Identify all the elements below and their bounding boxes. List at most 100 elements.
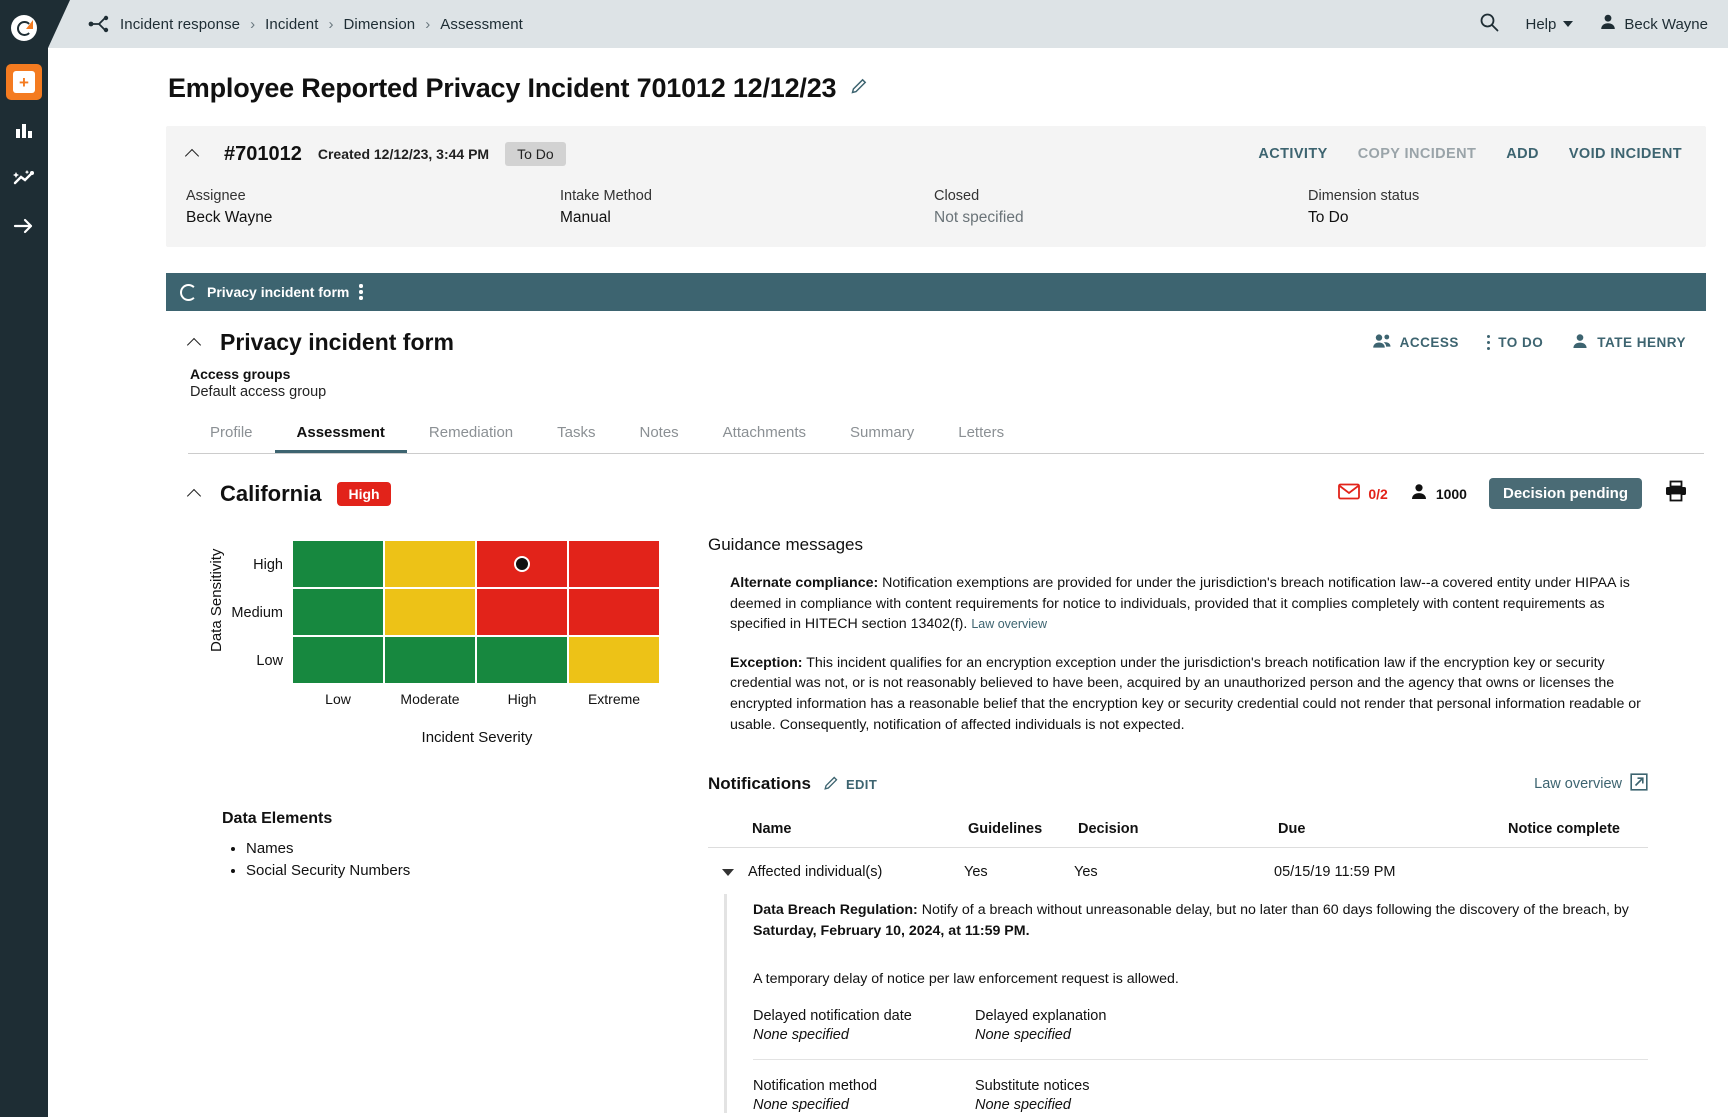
breadcrumb-item-2[interactable]: Dimension [343,16,415,33]
person-icon [1599,13,1617,35]
law-overview-button[interactable]: Law overview [1534,773,1648,795]
affected-people-counter: 1000 [1410,483,1467,505]
tab-assessment[interactable]: Assessment [275,414,407,453]
y-tick-2: Low [231,637,293,685]
breadcrumb-item-3[interactable]: Assessment [440,16,523,33]
rail-item-insights[interactable] [6,160,42,196]
list-item: Social Security Numbers [246,860,708,882]
col-name: Name [708,821,968,837]
x-tick-0: Low [293,691,383,707]
cell-high-low[interactable] [293,541,383,587]
tab-letters[interactable]: Letters [936,414,1026,453]
rail-item-analytics[interactable] [6,112,42,148]
field-closed: Closed Not specified [934,188,1308,227]
table-row[interactable]: Affected individual(s) Yes Yes 05/15/19 … [708,848,1648,894]
detail-pair-row-1: Delayed notification date None specified… [753,1008,1648,1043]
cell-medium-moderate[interactable] [385,589,475,635]
activity-button[interactable]: ACTIVITY [1258,146,1327,162]
access-button[interactable]: ACCESS [1372,333,1459,352]
chevron-up-icon[interactable] [188,336,202,350]
tab-privacy-incident-form[interactable]: Privacy incident form [166,273,375,311]
to-do-button[interactable]: TO DO [1487,335,1543,350]
user-name: Beck Wayne [1624,16,1708,33]
tab-notes[interactable]: Notes [617,414,700,453]
brand-logo-icon[interactable] [0,4,48,52]
field-value: None specified [975,1097,1197,1113]
assignee-button[interactable]: TATE HENRY [1571,333,1686,352]
field-value: None specified [753,1027,975,1043]
chevron-up-icon[interactable] [186,147,200,161]
field-label: Dimension status [1308,188,1682,204]
col-notice-complete: Notice complete [1508,821,1648,837]
field-label: Delayed notification date [753,1008,975,1024]
help-menu[interactable]: Help [1525,16,1573,33]
breadcrumb-item-1[interactable]: Incident [265,16,318,33]
breadcrumb-item-0[interactable]: Incident response [120,16,240,33]
cell-low-high[interactable] [477,637,567,683]
field-assignee: Assignee Beck Wayne [186,188,560,227]
law-overview-link[interactable]: Law overview [971,617,1047,631]
cell-medium-high[interactable] [477,589,567,635]
pencil-icon[interactable] [850,77,868,100]
chevron-up-icon[interactable] [188,487,202,501]
add-button[interactable]: ADD [1506,146,1539,162]
cell-low-moderate[interactable] [385,637,475,683]
cell-high-moderate[interactable] [385,541,475,587]
breadcrumb-sep: › [250,16,255,33]
search-icon[interactable] [1479,12,1499,37]
cell-high-extreme[interactable] [569,541,659,587]
y-tick-1: Medium [231,589,293,637]
form-title: Privacy incident form [220,329,454,356]
field-notification-method: Notification method None specified [753,1078,975,1113]
rail-item-expand[interactable] [6,208,42,244]
risk-matrix-y-ticks: High Medium Low [231,541,293,746]
printer-icon[interactable] [1664,480,1688,507]
field-intake-method: Intake Method Manual [560,188,934,227]
tab-remediation[interactable]: Remediation [407,414,535,453]
tab-tasks[interactable]: Tasks [535,414,617,453]
jurisdiction-header: California High 0/2 [188,478,1688,509]
tab-profile[interactable]: Profile [188,414,275,453]
void-incident-button[interactable]: VOID INCIDENT [1569,146,1682,162]
cell-medium-extreme[interactable] [569,589,659,635]
user-menu[interactable]: Beck Wayne [1599,13,1708,35]
rail-item-add[interactable]: + [6,64,42,100]
assignee-label: TATE HENRY [1597,335,1686,350]
brand-mark-icon [180,284,197,301]
notifications-counter[interactable]: 0/2 [1338,483,1387,505]
notification-detail: Data Breach Regulation: Notify of a brea… [724,894,1648,1113]
cell-low-low[interactable] [293,637,383,683]
caret-down-icon[interactable] [722,869,734,876]
data-elements-title: Data Elements [222,810,708,828]
cell-high-high[interactable] [477,541,567,587]
breadcrumb: Incident response › Incident › Dimension… [88,15,523,33]
copy-incident-button[interactable]: COPY INCIDENT [1358,146,1477,162]
breadcrumb-sep: › [328,16,333,33]
pencil-icon [823,775,839,794]
cell-medium-low[interactable] [293,589,383,635]
people-icon [1372,333,1392,352]
regulation-label: Data Breach Regulation: [753,902,918,918]
guidance-message-alternate-compliance: Alternate compliance: Notification exemp… [708,573,1648,635]
chevron-down-icon [1563,21,1573,27]
to-do-label: TO DO [1498,335,1543,350]
decision-pending-button[interactable]: Decision pending [1489,478,1642,509]
tab-attachments[interactable]: Attachments [701,414,828,453]
regulation-deadline: Saturday, February 10, 2024, at 11:59 PM… [753,923,1030,939]
field-label: Assignee [186,188,560,204]
x-tick-2: High [477,691,567,707]
tab-summary[interactable]: Summary [828,414,936,453]
col-due: Due [1278,821,1508,837]
status-badge: To Do [505,142,566,166]
cell-low-extreme[interactable] [569,637,659,683]
guidance-text: This incident qualifies for an encryptio… [730,655,1641,733]
law-overview-label: Law overview [1534,776,1622,792]
notifications-header: Notifications EDIT Law overview [708,773,1648,795]
notifications-edit-button[interactable]: EDIT [823,775,877,794]
kebab-menu-icon[interactable] [359,284,362,299]
cell-due: 05/15/19 11:59 PM [1274,864,1504,880]
envelope-count: 0/2 [1368,486,1387,502]
page-title-row: Employee Reported Privacy Incident 70101… [48,48,1728,104]
access-groups-value: Default access group [190,384,1706,400]
field-delayed-explanation: Delayed explanation None specified [975,1008,1197,1043]
